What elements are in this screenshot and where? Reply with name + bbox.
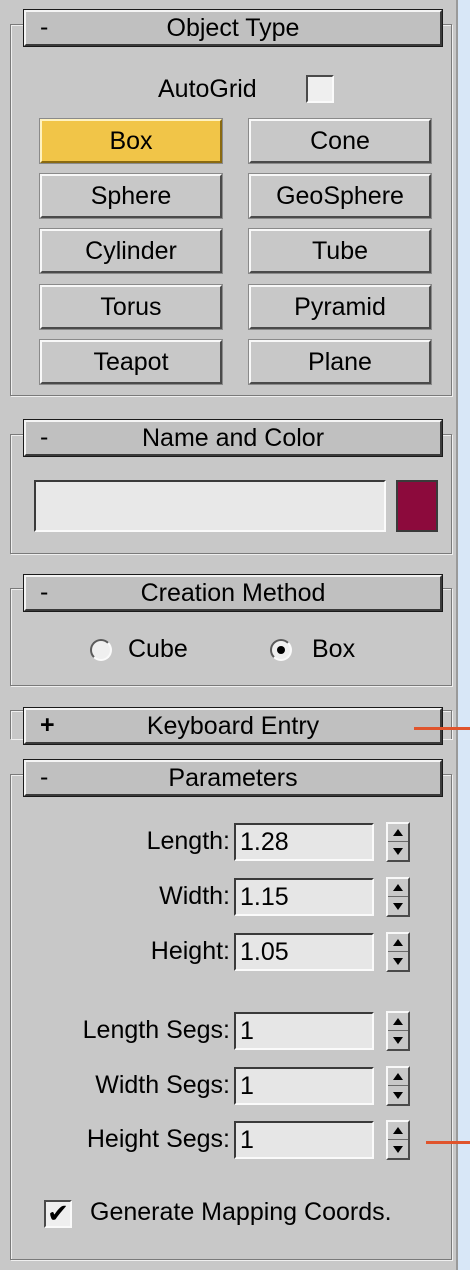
parameters-rollout-header[interactable]: - Parameters: [23, 759, 443, 797]
collapse-icon: -: [40, 13, 49, 41]
autogrid-checkbox[interactable]: [306, 75, 334, 103]
box-button[interactable]: Box: [39, 118, 223, 164]
collapse-icon: -: [40, 423, 49, 451]
annotation-line-keyboard: [414, 727, 470, 730]
name-color-rollout-header[interactable]: - Name and Color: [23, 419, 443, 457]
height-segs-spinner[interactable]: [386, 1120, 410, 1160]
teapot-button[interactable]: Teapot: [39, 339, 223, 385]
width-input[interactable]: 1.15: [234, 878, 374, 916]
radio-selected-dot: [277, 646, 285, 654]
cone-button[interactable]: Cone: [248, 118, 432, 164]
height-segs-input[interactable]: 1: [234, 1121, 374, 1159]
spinner-up-icon: [393, 1127, 403, 1134]
name-color-title: Name and Color: [141, 424, 325, 452]
collapse-icon: -: [40, 578, 49, 606]
width-label: Width:: [159, 882, 230, 910]
height-segs-label: Height Segs:: [86, 1125, 230, 1153]
creation-method-title: Creation Method: [140, 579, 326, 607]
object-type-title: Object Type: [166, 14, 300, 42]
width-segs-label: Width Segs:: [95, 1071, 230, 1099]
torus-button[interactable]: Torus: [39, 284, 223, 330]
geosphere-button[interactable]: GeoSphere: [248, 173, 432, 219]
object-name-input[interactable]: [34, 480, 386, 532]
width-spinner[interactable]: [386, 877, 410, 917]
width-segs-input[interactable]: 1: [234, 1067, 374, 1105]
length-segs-label: Length Segs:: [82, 1016, 230, 1044]
spinner-up-icon: [393, 939, 403, 946]
spinner-down-icon: [393, 1092, 403, 1099]
keyboard-entry-rollout-header[interactable]: + Keyboard Entry: [23, 707, 443, 745]
box-radio-label: Box: [312, 635, 356, 663]
spinner-down-icon: [393, 1037, 403, 1044]
spinner-down-icon: [393, 1146, 403, 1153]
length-spinner[interactable]: [386, 822, 410, 862]
plane-button[interactable]: Plane: [248, 339, 432, 385]
checkmark-icon: ✔: [47, 1198, 69, 1228]
spinner-down-icon: [393, 958, 403, 965]
height-label: Height:: [150, 937, 230, 965]
spinner-up-icon: [393, 1073, 403, 1080]
generate-mapping-label: Generate Mapping Coords.: [90, 1198, 392, 1226]
annotation-line-height-segs: [426, 1141, 470, 1144]
length-label: Length:: [146, 827, 230, 855]
cube-radio[interactable]: [90, 639, 112, 661]
keyboard-entry-title: Keyboard Entry: [146, 712, 320, 740]
length-input[interactable]: 1.28: [234, 823, 374, 861]
object-type-rollout-header[interactable]: - Object Type: [23, 9, 443, 47]
width-segs-spinner[interactable]: [386, 1066, 410, 1106]
box-radio[interactable]: [270, 639, 292, 661]
collapse-icon: -: [40, 763, 49, 791]
tube-button[interactable]: Tube: [248, 228, 432, 274]
command-panel: - Object Type AutoGrid Box Cone Sphere G…: [0, 0, 470, 1270]
length-segs-input[interactable]: 1: [234, 1012, 374, 1050]
height-spinner[interactable]: [386, 932, 410, 972]
spinner-up-icon: [393, 884, 403, 891]
pyramid-button[interactable]: Pyramid: [248, 284, 432, 330]
autogrid-label: AutoGrid: [158, 75, 257, 103]
sphere-button[interactable]: Sphere: [39, 173, 223, 219]
spinner-up-icon: [393, 829, 403, 836]
cylinder-button[interactable]: Cylinder: [39, 228, 223, 274]
height-input[interactable]: 1.05: [234, 933, 374, 971]
length-segs-spinner[interactable]: [386, 1011, 410, 1051]
generate-mapping-checkbox[interactable]: ✔: [44, 1200, 72, 1228]
creation-method-rollout-header[interactable]: - Creation Method: [23, 574, 443, 612]
parameters-title: Parameters: [168, 764, 298, 792]
spinner-down-icon: [393, 848, 403, 855]
spinner-down-icon: [393, 903, 403, 910]
object-color-swatch[interactable]: [396, 480, 438, 532]
expand-icon: +: [40, 711, 55, 739]
spinner-up-icon: [393, 1018, 403, 1025]
cube-radio-label: Cube: [128, 635, 188, 663]
